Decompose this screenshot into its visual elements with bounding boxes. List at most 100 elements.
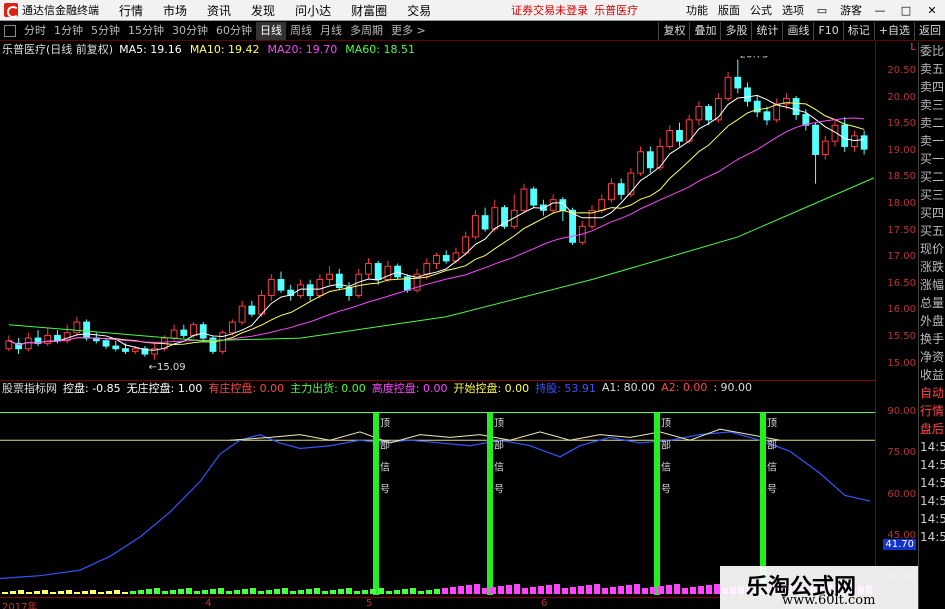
period-daily[interactable]: 日线 <box>256 21 286 40</box>
side-panel-item[interactable]: 卖二 <box>919 114 945 132</box>
signal-text: 信 <box>380 461 390 473</box>
side-panel-item[interactable]: 买二 <box>919 168 945 186</box>
menu-layout[interactable]: 版面 <box>718 2 740 18</box>
tool-multi-stock[interactable]: 多股 <box>720 22 751 40</box>
side-panel-item[interactable]: 行情 <box>919 402 945 420</box>
side-panel-item[interactable]: 换手 <box>919 330 945 348</box>
period-monthly[interactable]: 月线 <box>316 22 346 40</box>
side-panel-item[interactable]: 涨跌 <box>919 258 945 276</box>
menu-options[interactable]: 选项 <box>782 2 804 18</box>
candle-body <box>744 87 751 102</box>
side-panel-item[interactable]: 总量 <box>919 294 945 312</box>
side-panel-item[interactable]: 收益 <box>919 366 945 384</box>
side-panel-item[interactable]: 买三 <box>919 186 945 204</box>
side-panel-item[interactable]: 14:50 <box>919 474 945 492</box>
tool-add-watch[interactable]: +自选 <box>873 22 914 40</box>
side-panel-item[interactable]: 外盘 <box>919 312 945 330</box>
side-panel-item[interactable]: 14:50 <box>919 438 945 456</box>
side-panel-item[interactable]: 卖三 <box>919 96 945 114</box>
guest-label[interactable]: 游客 <box>840 2 862 18</box>
period-1min[interactable]: 1分钟 <box>50 22 87 40</box>
histogram-bar <box>74 592 80 594</box>
menu-news[interactable]: 资讯 <box>207 2 231 19</box>
period-more[interactable]: 更多 > <box>387 22 430 40</box>
period-60min[interactable]: 60分钟 <box>212 22 256 40</box>
period-30min[interactable]: 30分钟 <box>168 22 212 40</box>
indicator-legend-item: : 90.00 <box>713 381 753 394</box>
side-panel-item[interactable]: 盘后 <box>919 420 945 438</box>
side-panel-item[interactable]: 涨幅 <box>919 276 945 294</box>
menu-wealth[interactable]: 财富圈 <box>351 2 387 19</box>
tool-stats[interactable]: 统计 <box>751 22 782 40</box>
side-panel-item[interactable]: 净资 <box>919 348 945 366</box>
side-panel-item[interactable]: 14:50 <box>919 456 945 474</box>
stock-title: 乐普医疗 <box>594 4 639 17</box>
app-logo-icon <box>4 3 19 18</box>
candle-body <box>102 340 110 347</box>
side-panel-item[interactable]: 买四 <box>919 204 945 222</box>
candle-body <box>763 111 771 121</box>
histogram-bar <box>546 585 552 594</box>
menu-trade[interactable]: 交易 <box>407 2 431 19</box>
candle-body <box>792 98 800 116</box>
candle-body <box>812 124 819 155</box>
indicator-legend-item: A1: 80.00 <box>601 381 656 394</box>
histogram-bar <box>594 584 600 594</box>
menu-formula[interactable]: 公式 <box>750 2 772 18</box>
period-timeshare[interactable]: 分时 <box>20 22 50 40</box>
candle-body <box>277 279 285 291</box>
candle-body <box>471 215 479 238</box>
menu-ask[interactable]: 问小达 <box>295 2 331 19</box>
side-panel-item[interactable]: 卖一 <box>919 132 945 150</box>
login-notice[interactable]: 证券交易未登录 <box>511 2 588 18</box>
histogram-bar <box>370 589 376 594</box>
tool-f10[interactable]: F10 <box>813 22 842 40</box>
histogram-bar <box>706 585 712 594</box>
period-15min[interactable]: 15分钟 <box>124 22 168 40</box>
side-panel-item[interactable]: 14:50 <box>919 492 945 510</box>
side-panel-item[interactable]: 自动 <box>919 384 945 402</box>
menu-function[interactable]: 功能 <box>686 2 708 18</box>
period-5min[interactable]: 5分钟 <box>87 22 124 40</box>
side-panel-item[interactable]: 14:50 <box>919 510 945 528</box>
histogram-bar <box>98 592 104 594</box>
indicator-legend-item: 有庄控盘: 0.00 <box>208 381 285 395</box>
maximize-icon[interactable]: □ <box>898 2 914 18</box>
side-panel-item[interactable]: 现价 <box>919 240 945 258</box>
indicator-axis: 90.0075.0060.0045.0030.0041.70 <box>875 382 918 597</box>
tool-overlay[interactable]: 叠加 <box>689 22 720 40</box>
close-icon[interactable]: ✕ <box>924 2 940 18</box>
tool-restore-rights[interactable]: 复权 <box>658 22 689 40</box>
period-weekly[interactable]: 周线 <box>286 22 316 40</box>
side-panel-item[interactable]: 买一 <box>919 150 945 168</box>
side-panel-item[interactable]: 14:50 <box>919 528 945 546</box>
candle-body <box>83 321 91 339</box>
histogram-bar <box>162 591 168 594</box>
side-panel-item[interactable]: 卖五 <box>919 60 945 78</box>
menu-quotes[interactable]: 行情 <box>119 2 143 19</box>
tool-draw[interactable]: 画线 <box>782 22 813 40</box>
minimize-icon[interactable]: — <box>872 2 888 18</box>
period-multi[interactable]: 多周期 <box>346 22 387 40</box>
candle-body <box>627 172 635 195</box>
indicator-name[interactable]: 股票指标网 <box>2 380 57 396</box>
histogram-bar <box>626 585 632 594</box>
histogram-bar <box>618 586 624 594</box>
candle-body <box>676 130 683 142</box>
side-panel-item[interactable]: 委比 <box>919 42 945 60</box>
histogram-bar <box>538 586 544 594</box>
histogram-bar <box>194 591 200 594</box>
side-panel-item[interactable]: 卖四 <box>919 78 945 96</box>
candlestick-chart[interactable]: 20.73 ←15.09 <box>0 56 875 376</box>
menu-market[interactable]: 市场 <box>163 2 187 19</box>
restore-icon[interactable]: ▭ <box>814 2 830 18</box>
ma60-line <box>8 177 875 342</box>
panel-toggle-icon[interactable] <box>4 24 16 37</box>
tool-back[interactable]: 返回 <box>914 22 945 40</box>
tool-mark[interactable]: 标记 <box>842 22 874 40</box>
top-signal-bar <box>487 412 493 595</box>
side-panel-item[interactable]: 买五 <box>919 222 945 240</box>
histogram-bar <box>50 592 56 594</box>
menu-discover[interactable]: 发现 <box>251 2 275 19</box>
histogram-bar <box>354 591 360 594</box>
